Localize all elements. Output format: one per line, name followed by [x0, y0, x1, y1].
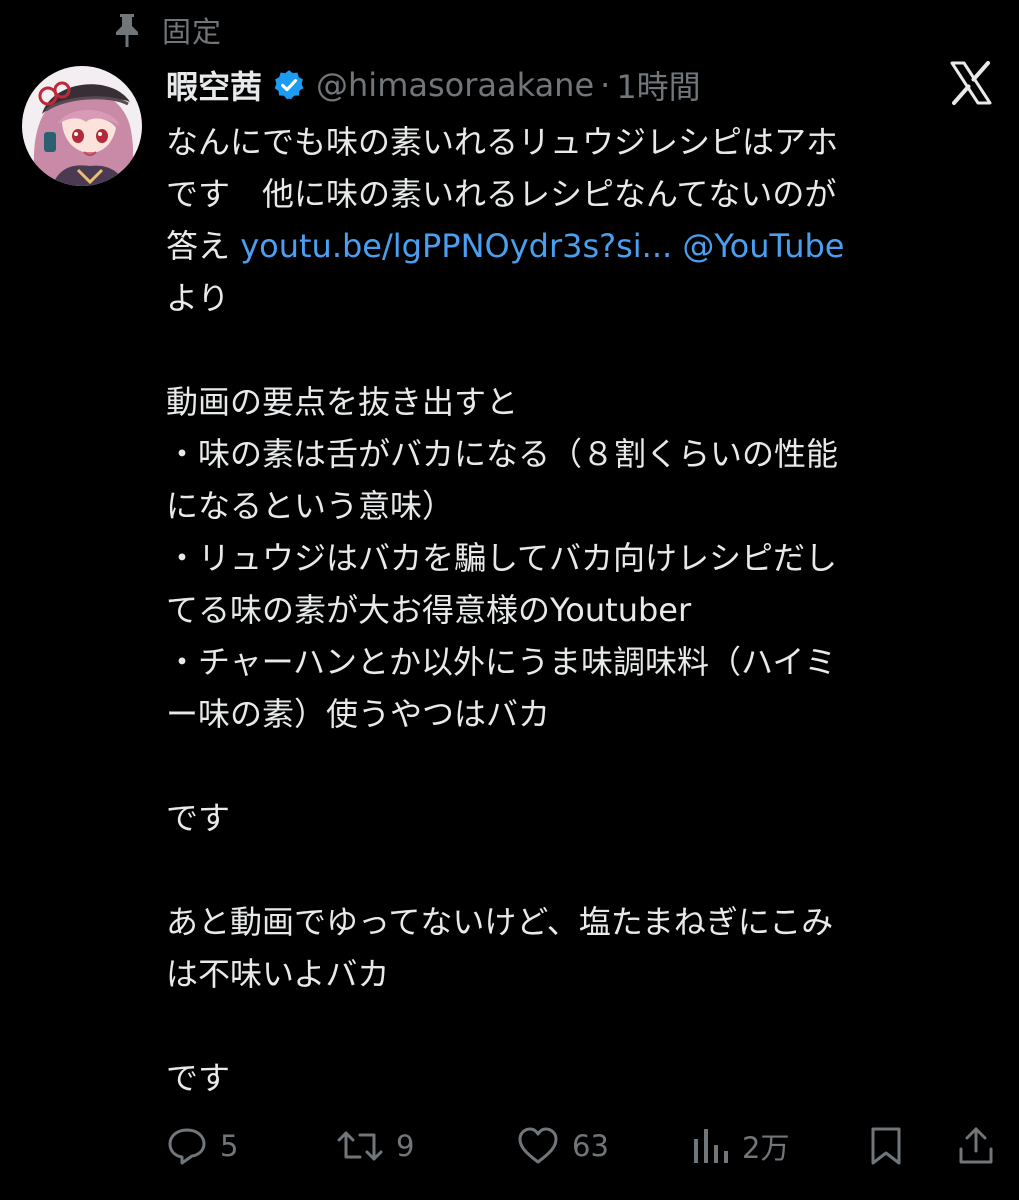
analytics-icon [690, 1125, 730, 1167]
tweet-line: になるという意味） [166, 487, 455, 525]
reply-icon [166, 1125, 208, 1167]
separator-dot: · [600, 66, 611, 104]
bookmark-icon [866, 1125, 906, 1167]
tweet-line: は不味いよバカ [166, 955, 390, 993]
tweet-line-prefix: 答え [166, 227, 241, 265]
retweet-count: 9 [396, 1129, 415, 1163]
retweet-button[interactable]: 9 [336, 1116, 414, 1176]
youtube-link[interactable]: youtu.be/lgPPNOydr3s?si... [240, 227, 672, 265]
tweet-line: です [166, 799, 231, 837]
tweet-line: 動画の要点を抜き出すと [166, 383, 519, 421]
share-button[interactable] [956, 1116, 996, 1176]
tweet-line: ・チャーハンとか以外にうま味調味料（ハイミ [166, 643, 837, 681]
tweet-line: ・味の素は舌がバカになる（８割くらいの性能 [166, 435, 839, 473]
view-count: 2万 [742, 1131, 790, 1165]
x-logo-icon[interactable] [946, 58, 996, 108]
views-button[interactable]: 2万 [690, 1116, 789, 1176]
tweet-line: てる味の素が大お得意様のYoutuber [166, 591, 692, 629]
heart-icon [516, 1125, 560, 1167]
tweet-text: なんにでも味の素いれるリュウジレシピはアホ です 他に味の素いれるレシピなんてな… [166, 116, 986, 1104]
action-bar: 5 9 63 2万 [166, 1116, 996, 1176]
retweet-icon [336, 1125, 384, 1167]
share-icon [956, 1125, 996, 1167]
tweet-header: 暇空茜 @himasoraakane · 1時間 [166, 60, 701, 110]
verified-badge-icon [272, 68, 306, 102]
tweet-line: ー味の素）使うやつはバカ [166, 695, 551, 733]
avatar[interactable] [22, 66, 142, 186]
like-count: 63 [572, 1129, 609, 1163]
tweet-line: あと動画でゆってないけど、塩たまねぎにこみ [166, 903, 834, 941]
tweet-line: 答え youtu.be/lgPPNOydr3s?si... @YouTube [166, 220, 986, 272]
timestamp[interactable]: 1時間 [616, 62, 700, 108]
tweet-line: なんにでも味の素いれるリュウジレシピはアホ [166, 123, 839, 161]
youtube-mention[interactable]: @YouTube [682, 227, 844, 265]
pin-icon [112, 11, 142, 49]
pinned-label: 固定 [162, 15, 223, 49]
display-name[interactable]: 暇空茜 [166, 62, 262, 108]
bookmark-button[interactable] [866, 1116, 906, 1176]
pinned-indicator: 固定 [112, 10, 222, 50]
tweet-line: より [166, 279, 230, 317]
handle[interactable]: @himasoraakane [316, 66, 594, 104]
reply-count: 5 [220, 1129, 239, 1163]
tweet-line: ・リュウジはバカを騙してバカ向けレシピだし [166, 539, 838, 577]
like-button[interactable]: 63 [516, 1116, 609, 1176]
tweet-line: です 他に味の素いれるレシピなんてないのが [166, 175, 837, 213]
tweet-line: です [166, 1059, 231, 1097]
reply-button[interactable]: 5 [166, 1116, 238, 1176]
